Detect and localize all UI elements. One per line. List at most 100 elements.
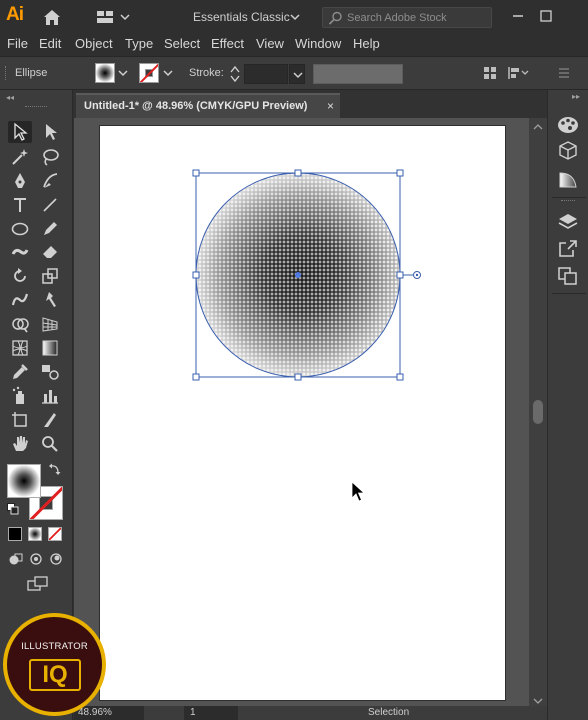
draw-inside-icon[interactable] [46,550,64,568]
default-fill-stroke-icon[interactable] [7,503,19,515]
menu-window[interactable]: Window [295,36,341,51]
line-tool[interactable] [38,194,62,216]
halftone-ellipse[interactable] [186,164,426,386]
scale-tool[interactable] [38,265,62,287]
mesh-tool[interactable] [8,337,32,359]
panel-grip[interactable] [5,66,8,80]
magic-wand-tool[interactable] [8,146,32,168]
illustrator-iq-logo: ILLUSTRATOR IQ [3,613,106,716]
color-icon[interactable] [556,114,580,136]
stroke-weight-input[interactable] [244,64,288,84]
menu-select[interactable]: Select [164,36,200,51]
control-bar: Ellipse Stroke: [0,56,588,90]
stroke-weight-stepper[interactable] [228,64,242,84]
menu-help[interactable]: Help [353,36,380,51]
shape-builder-tool[interactable] [8,313,32,335]
transform-icon[interactable] [507,65,529,81]
libraries-icon[interactable] [556,140,580,162]
warp-tool[interactable] [8,289,32,311]
stroke-label: Stroke: [189,67,224,79]
document-tab[interactable]: Untitled-1* @ 48.96% (CMYK/GPU Preview) … [76,93,340,118]
color-mode-button[interactable] [8,527,22,541]
logo-top-text: ILLUSTRATOR [21,641,88,652]
collapse-panel-icon[interactable]: ◂◂ [6,93,14,102]
artboard-tool[interactable] [8,409,32,431]
menu-type[interactable]: Type [125,36,153,51]
gradient-panel-icon[interactable] [556,169,580,191]
stock-search[interactable] [322,7,492,28]
logo-iq-text: IQ [29,659,81,691]
panel-dock: ▸▸ [547,90,588,720]
maximize-icon[interactable] [538,8,554,24]
blob-brush-tool[interactable] [8,241,32,263]
symbol-sprayer-tool[interactable] [8,385,32,407]
gradient-tool[interactable] [38,337,62,359]
workspace-switcher[interactable]: Essentials Classic [184,7,306,27]
scrollbar-thumb[interactable] [533,400,543,424]
artboards-icon[interactable] [556,265,580,287]
app-logo: Ai [6,4,24,25]
curvature-tool[interactable] [38,170,62,192]
selection-tool[interactable] [8,121,32,143]
align-icon[interactable] [482,65,498,81]
eyedropper-tool[interactable] [8,361,32,383]
panel-menu-icon[interactable] [556,65,572,81]
screen-mode-icon[interactable] [24,574,50,592]
direct-selection-tool[interactable] [38,121,62,143]
blend-tool[interactable] [38,361,62,383]
export-icon[interactable] [556,237,580,259]
zoom-level[interactable]: 48.96% [74,706,144,720]
draw-behind-icon[interactable] [26,550,44,568]
column-graph-tool[interactable] [38,385,62,407]
draw-normal-icon[interactable] [6,550,24,568]
free-transform-tool[interactable] [38,289,62,311]
search-icon [328,11,343,25]
scroll-up-icon[interactable] [533,120,543,130]
swap-fill-stroke-icon[interactable] [48,462,62,476]
panel-grip[interactable] [561,200,575,202]
artboard-number[interactable]: 1 [184,706,238,720]
scroll-down-icon[interactable] [533,694,543,704]
lasso-tool[interactable] [38,146,62,168]
document-tab-bar: Untitled-1* @ 48.96% (CMYK/GPU Preview) … [74,90,547,118]
search-input[interactable] [347,9,487,26]
minimize-icon[interactable] [510,8,526,24]
panel-grip[interactable] [25,106,47,108]
none-mode-button[interactable] [48,527,62,541]
ellipse-tool[interactable] [8,218,32,240]
home-icon[interactable] [42,8,62,26]
type-tool[interactable] [8,194,32,216]
chevron-down-icon[interactable] [163,67,173,77]
status-bar: 48.96% 1 Selection [74,706,588,720]
vertical-scrollbar[interactable] [529,118,547,706]
menu-file[interactable]: File [7,36,28,51]
menu-effect[interactable]: Effect [211,36,244,51]
fill-swatch[interactable] [95,63,115,83]
close-icon[interactable]: × [327,99,334,113]
slice-tool[interactable] [38,409,62,431]
arrange-documents-icon[interactable] [96,9,132,25]
chevron-down-icon[interactable] [118,67,128,77]
gradient-mode-button[interactable] [28,527,42,541]
zoom-tool[interactable] [38,433,62,455]
chevron-down-icon [290,7,300,33]
pen-tool[interactable] [8,170,32,192]
menu-object[interactable]: Object [75,36,113,51]
stroke-weight-dropdown[interactable] [289,64,305,84]
layers-icon[interactable] [556,211,580,233]
fill-color-box[interactable] [7,464,41,498]
profile-dropdown[interactable] [403,64,417,84]
hand-tool[interactable] [8,433,32,455]
pencil-tool[interactable] [38,218,62,240]
menu-edit[interactable]: Edit [39,36,61,51]
status-mode[interactable]: Selection [368,706,409,720]
perspective-grid-tool[interactable] [38,313,62,335]
menu-view[interactable]: View [256,36,284,51]
expand-panels-icon[interactable]: ▸▸ [572,92,580,101]
app-bar: Ai Essentials Classic [0,0,588,34]
stroke-swatch[interactable] [139,63,159,83]
rotate-tool[interactable] [8,265,32,287]
eraser-tool[interactable] [38,241,62,263]
variable-width-profile[interactable] [313,64,403,84]
object-type-label: Ellipse [15,67,48,79]
